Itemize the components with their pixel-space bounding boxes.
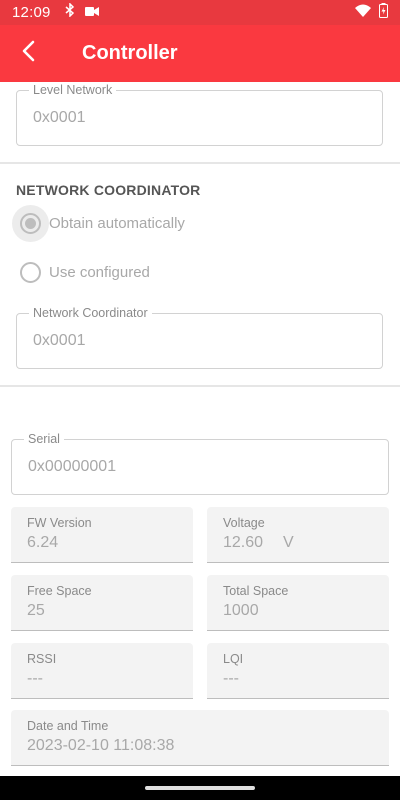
back-button[interactable]: [0, 25, 56, 82]
app-bar: Controller: [0, 25, 400, 82]
rssi-field[interactable]: RSSI ---: [11, 643, 193, 699]
free-space-field[interactable]: Free Space 25: [11, 575, 193, 631]
serial-value: 0x00000001: [28, 458, 117, 475]
serial-field[interactable]: Serial 0x00000001: [11, 431, 389, 495]
settings-content[interactable]: Level Network 0x0001 NETWORK COORDINATOR…: [0, 82, 400, 776]
divider: [0, 385, 400, 387]
free-space-value: 25: [27, 602, 45, 619]
battery-icon: [379, 2, 388, 23]
total-space-label: Total Space: [223, 584, 289, 598]
arrow-back-icon: [20, 40, 36, 67]
radio-use-configured[interactable]: Use configured: [20, 262, 150, 283]
radio-unselected-icon[interactable]: [20, 262, 41, 283]
home-gesture-handle[interactable]: [145, 786, 255, 790]
network-coordinator-label: Network Coordinator: [29, 305, 152, 321]
lqi-label: LQI: [223, 652, 244, 666]
voltage-field[interactable]: Voltage 12.60 V: [207, 507, 389, 563]
fw-version-value: 6.24: [27, 534, 59, 551]
network-coordinator-heading: NETWORK COORDINATOR: [16, 182, 201, 198]
total-space-value: 1000: [223, 602, 259, 619]
rssi-label: RSSI: [27, 652, 57, 666]
rssi-value: ---: [27, 670, 43, 687]
lqi-value: ---: [223, 670, 239, 687]
free-space-label: Free Space: [27, 584, 92, 598]
voltage-value: 12.60: [223, 534, 264, 551]
navigation-bar: [0, 776, 400, 800]
camera-icon: [84, 4, 99, 22]
date-time-field[interactable]: Date and Time 2023-02-10 11:08:38: [11, 710, 389, 766]
voltage-unit: V: [283, 534, 294, 551]
lqi-field[interactable]: LQI ---: [207, 643, 389, 699]
network-coordinator-value: 0x0001: [33, 332, 86, 349]
radio-obtain-automatically[interactable]: Obtain automatically: [12, 205, 185, 242]
serial-label: Serial: [24, 431, 64, 447]
radio-obtain-automatically-label: Obtain automatically: [49, 215, 185, 232]
date-time-label: Date and Time: [27, 719, 109, 733]
total-space-field[interactable]: Total Space 1000: [207, 575, 389, 631]
fw-version-label: FW Version: [27, 516, 92, 530]
level-network-field[interactable]: Level Network 0x0001: [16, 82, 383, 146]
radio-selected-icon[interactable]: [20, 213, 41, 234]
level-network-label: Level Network: [29, 82, 117, 98]
bluetooth-icon: [65, 2, 75, 22]
radio-use-configured-label: Use configured: [49, 264, 150, 281]
network-coordinator-field[interactable]: Network Coordinator 0x0001: [16, 305, 383, 369]
level-network-value: 0x0001: [33, 109, 86, 126]
status-time: 12:09: [12, 4, 51, 21]
voltage-label: Voltage: [223, 516, 265, 530]
fw-version-field[interactable]: FW Version 6.24: [11, 507, 193, 563]
page-title: Controller: [82, 42, 178, 64]
wifi-icon: [355, 4, 371, 22]
divider: [0, 162, 400, 164]
date-time-value: 2023-02-10 11:08:38: [27, 737, 175, 754]
status-bar: 12:09: [0, 0, 400, 25]
